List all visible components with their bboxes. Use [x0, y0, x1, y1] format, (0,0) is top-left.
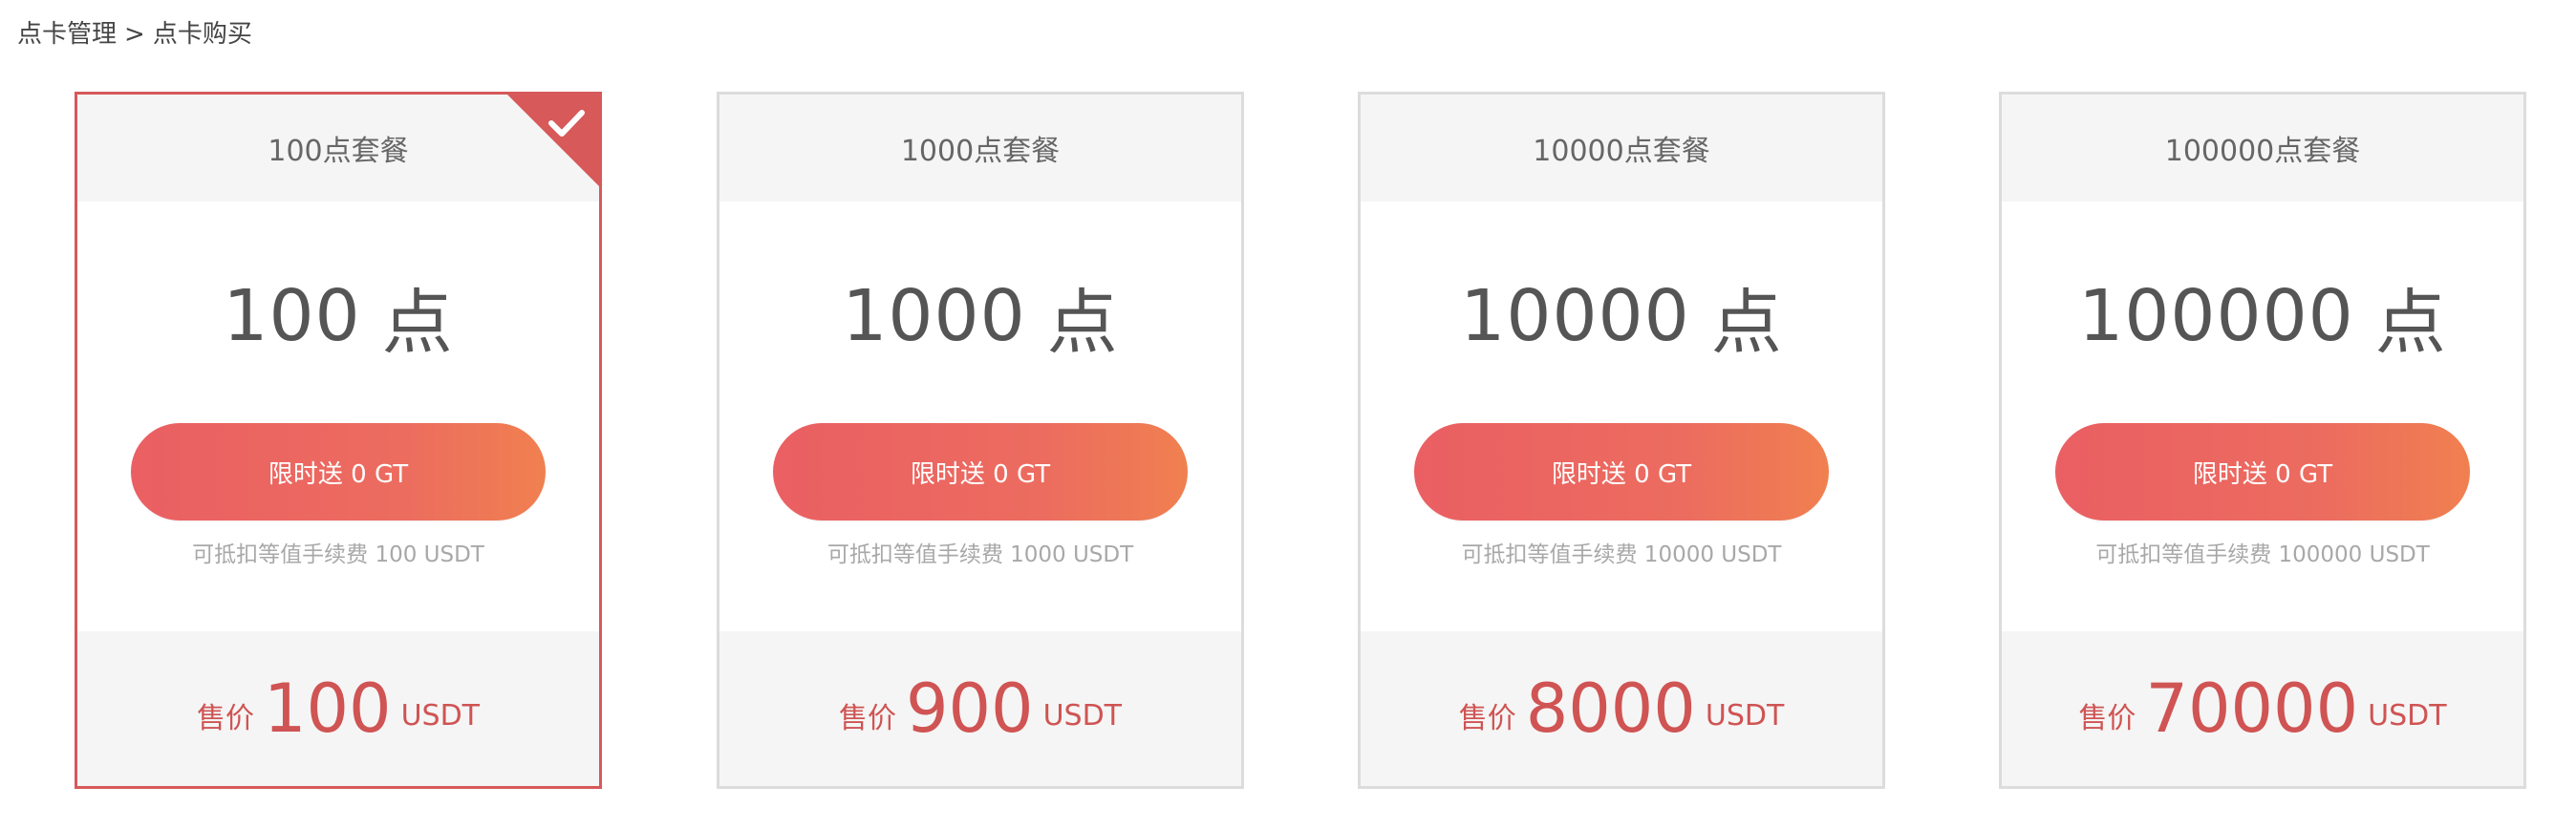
price-label: 售价: [2078, 702, 2136, 735]
points-value: 10000: [1460, 275, 1690, 357]
breadcrumb-link-card-management[interactable]: 点卡管理: [17, 20, 117, 49]
package-points: 10000 点: [1361, 202, 1882, 431]
package-title: 1000点套餐: [719, 95, 1241, 202]
promo-button[interactable]: 限时送 0 GT: [773, 423, 1188, 521]
breadcrumb-current-page: 点卡购买: [152, 20, 252, 49]
points-unit: 点: [1046, 281, 1119, 364]
price-footer: 售价 8000 USDT: [1361, 631, 1882, 786]
package-card-100[interactable]: 100点套餐 100 点 限时送 0 GT 可抵扣等值手续费 100 USDT 售…: [75, 92, 602, 789]
price-footer: 售价 900 USDT: [719, 631, 1241, 786]
price-label: 售价: [1458, 702, 1516, 735]
breadcrumb: 点卡管理 > 点卡购买: [17, 15, 252, 53]
package-card-100000[interactable]: 100000点套餐 100000 点 限时送 0 GT 可抵扣等值手续费 1000…: [1999, 92, 2526, 789]
points-unit: 点: [1710, 281, 1783, 364]
price-label: 售价: [196, 702, 254, 735]
promo-button[interactable]: 限时送 0 GT: [131, 423, 546, 521]
package-title: 10000点套餐: [1361, 95, 1882, 202]
package-points: 100 点: [77, 202, 599, 431]
price-currency: USDT: [400, 698, 481, 733]
breadcrumb-separator: >: [124, 20, 145, 49]
price-value: 70000: [2145, 670, 2359, 748]
promo-button[interactable]: 限时送 0 GT: [2055, 423, 2470, 521]
points-unit: 点: [2374, 281, 2447, 364]
fee-deduction-note: 可抵扣等值手续费 1000 USDT: [826, 542, 1134, 567]
points-value: 1000: [842, 275, 1026, 357]
price-value: 100: [263, 670, 392, 748]
price-value: 8000: [1525, 670, 1696, 748]
fee-deduction-note: 可抵扣等值手续费 10000 USDT: [1461, 542, 1782, 567]
price-footer: 售价 100 USDT: [77, 631, 599, 786]
points-value: 100000: [2078, 275, 2354, 357]
package-list: 100点套餐 100 点 限时送 0 GT 可抵扣等值手续费 100 USDT 售…: [75, 92, 2528, 789]
points-value: 100: [223, 275, 361, 357]
package-points: 100000 点: [2002, 202, 2523, 431]
promo-button[interactable]: 限时送 0 GT: [1414, 423, 1829, 521]
points-unit: 点: [381, 281, 454, 364]
fee-deduction-note: 可抵扣等值手续费 100000 USDT: [2095, 542, 2430, 567]
price-footer: 售价 70000 USDT: [2002, 631, 2523, 786]
fee-deduction-note: 可抵扣等值手续费 100 USDT: [192, 542, 484, 567]
price-currency: USDT: [2368, 698, 2447, 733]
price-label: 售价: [838, 702, 896, 735]
package-card-10000[interactable]: 10000点套餐 10000 点 限时送 0 GT 可抵扣等值手续费 10000 …: [1358, 92, 1885, 789]
check-icon: [548, 110, 585, 137]
package-card-1000[interactable]: 1000点套餐 1000 点 限时送 0 GT 可抵扣等值手续费 1000 USD…: [717, 92, 1244, 789]
package-points: 1000 点: [719, 202, 1241, 431]
price-currency: USDT: [1705, 698, 1785, 733]
package-title: 100000点套餐: [2002, 95, 2523, 202]
price-currency: USDT: [1042, 698, 1123, 733]
price-value: 900: [905, 670, 1034, 748]
